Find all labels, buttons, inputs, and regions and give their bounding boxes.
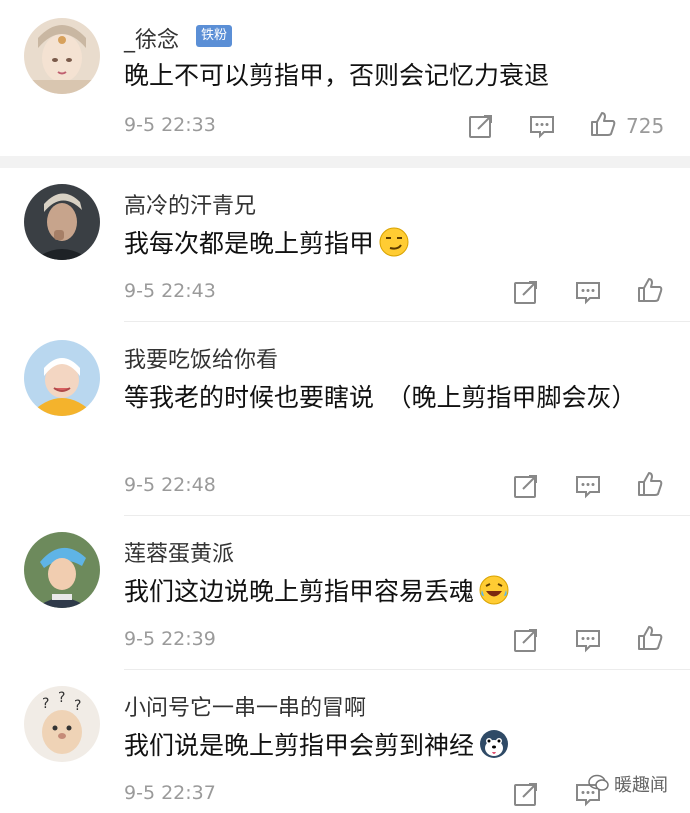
comment-text-content: 我每次都是晚上剪指甲 bbox=[124, 229, 375, 258]
wechat-logo-icon bbox=[588, 772, 610, 798]
username[interactable]: 莲蓉蛋黄派 bbox=[124, 536, 234, 568]
watermark: 暖趣闻 bbox=[614, 775, 668, 796]
smirk-face-emoji bbox=[378, 226, 410, 270]
comment-item: ? ? ? 小问号它一串一串的冒啊 我们说是晚上剪指甲会剪到神经 9-5 22:… bbox=[0, 670, 690, 813]
comment-time: 9-5 22:39 bbox=[124, 628, 216, 650]
comment-text: 我们说是晚上剪指甲会剪到神经 bbox=[124, 726, 664, 772]
comment-time: 9-5 22:43 bbox=[124, 280, 216, 302]
laughing-tears-emoji bbox=[478, 574, 510, 618]
comment-icon[interactable] bbox=[574, 472, 602, 500]
avatar[interactable] bbox=[24, 340, 100, 416]
username[interactable]: 高冷的汗青兄 bbox=[124, 188, 256, 220]
comment-text: 我每次都是晚上剪指甲 bbox=[124, 224, 664, 270]
comment-icon[interactable] bbox=[574, 626, 602, 654]
comment-item: _徐念 铁粉 晚上不可以剪指甲，否则会记忆力衰退 9-5 22:33 725 bbox=[0, 0, 690, 156]
share-icon[interactable] bbox=[512, 780, 540, 808]
share-icon[interactable] bbox=[512, 626, 540, 654]
share-icon[interactable] bbox=[467, 112, 495, 140]
comment-item: 高冷的汗青兄 我每次都是晚上剪指甲 9-5 22:43 bbox=[0, 168, 690, 322]
comment-icon[interactable] bbox=[574, 278, 602, 306]
like-count: 725 bbox=[626, 114, 665, 138]
comment-text: 等我老的时候也要瞎说 （晚上剪指甲脚会灰） bbox=[124, 383, 637, 412]
username[interactable]: _徐念 bbox=[124, 22, 179, 54]
comment-text-content: 我们说是晚上剪指甲会剪到神经 bbox=[124, 731, 475, 760]
comment-text: 晚上不可以剪指甲，否则会记忆力衰退 bbox=[124, 61, 550, 90]
thumbs-up-icon[interactable] bbox=[589, 110, 617, 138]
comment-text-content: 我们这边说晚上剪指甲容易丢魂 bbox=[124, 577, 475, 606]
comment-text: 我们这边说晚上剪指甲容易丢魂 bbox=[124, 572, 664, 618]
avatar[interactable] bbox=[24, 184, 100, 260]
svg-text:?: ? bbox=[42, 696, 49, 712]
comment-icon[interactable] bbox=[528, 112, 556, 140]
svg-text:?: ? bbox=[58, 690, 65, 706]
fan-badge: 铁粉 bbox=[196, 25, 233, 47]
share-icon[interactable] bbox=[512, 278, 540, 306]
avatar[interactable] bbox=[24, 18, 100, 94]
comment-item: 我要吃饭给你看 等我老的时候也要瞎说 （晚上剪指甲脚会灰） 9-5 22:48 bbox=[0, 322, 690, 516]
svg-text:?: ? bbox=[74, 698, 81, 714]
comment-time: 9-5 22:37 bbox=[124, 782, 216, 804]
comment-item: 莲蓉蛋黄派 我们这边说晚上剪指甲容易丢魂 9-5 22:39 bbox=[0, 516, 690, 670]
avatar[interactable] bbox=[24, 532, 100, 608]
username[interactable]: 小问号它一串一串的冒啊 bbox=[124, 690, 366, 722]
share-icon[interactable] bbox=[512, 472, 540, 500]
thumbs-up-icon[interactable] bbox=[636, 470, 664, 498]
thumbs-up-icon[interactable] bbox=[636, 276, 664, 304]
thumbs-up-icon[interactable] bbox=[636, 624, 664, 652]
section-divider bbox=[0, 156, 690, 168]
husky-dog-emoji bbox=[478, 728, 510, 772]
avatar[interactable]: ? ? ? bbox=[24, 686, 100, 762]
username[interactable]: 我要吃饭给你看 bbox=[124, 342, 278, 374]
comment-time: 9-5 22:48 bbox=[124, 474, 216, 496]
comment-time: 9-5 22:33 bbox=[124, 114, 216, 136]
